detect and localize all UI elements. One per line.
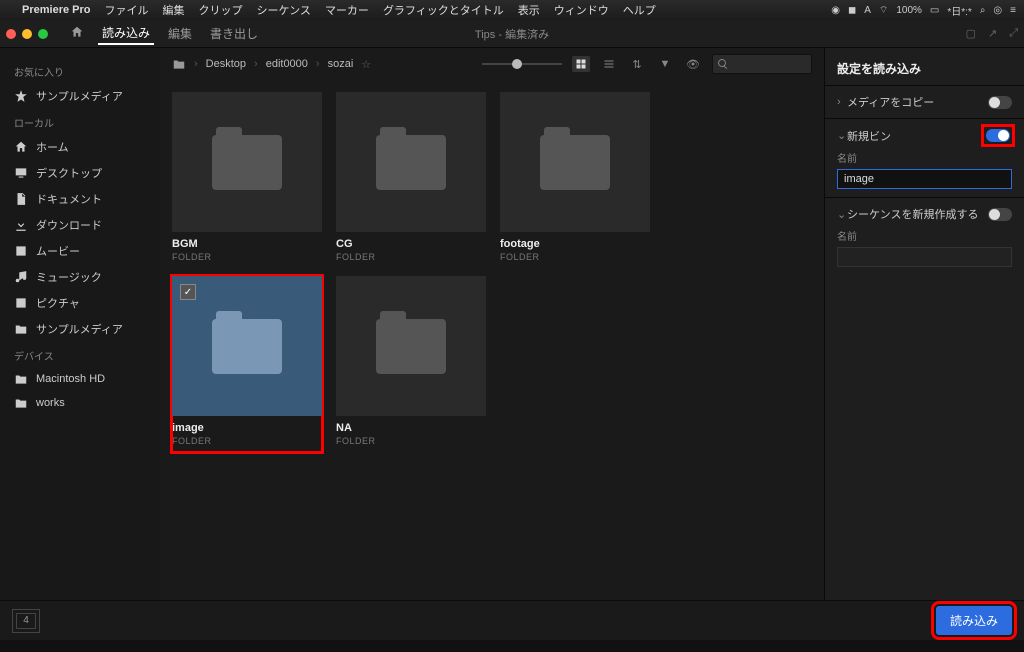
folder-grid: BGM FOLDER CG FOLDER footage FOLDER ✓ im… xyxy=(160,80,824,600)
menu-sequence[interactable]: シーケンス xyxy=(256,2,310,18)
sidebar-item-movies[interactable]: ムービー xyxy=(0,238,160,264)
chevron-right-icon[interactable]: › xyxy=(837,96,847,108)
new-bin-label: 新規ビン xyxy=(847,128,891,144)
share-icon[interactable]: ↗ xyxy=(988,27,997,40)
sidebar-item-home[interactable]: ホーム xyxy=(0,134,160,160)
wifi-icon: ⌔ xyxy=(879,4,888,17)
search-input[interactable] xyxy=(712,54,812,74)
folder-card-footage[interactable]: footage FOLDER xyxy=(500,92,650,262)
minimize-window[interactable] xyxy=(22,29,32,39)
new-sequence-toggle[interactable] xyxy=(988,208,1012,221)
folder-card-bgm[interactable]: BGM FOLDER xyxy=(172,92,322,262)
thumbnail-size-slider[interactable] xyxy=(482,63,562,65)
new-bin-toggle[interactable] xyxy=(986,129,1010,142)
macos-menubar: Premiere Pro ファイル 編集 クリップ シーケンス マーカー グラフ… xyxy=(0,0,1024,20)
visibility-button[interactable]: 👁 xyxy=(684,56,702,72)
content-area: › Desktop › edit0000 › sozai ☆ ⇅ ▼ 👁 BGM… xyxy=(160,48,824,600)
settings-title: 設定を読み込み xyxy=(825,56,1024,85)
workspace-icon[interactable]: ▢ xyxy=(966,27,976,40)
sb-header-devices: デバイス xyxy=(0,342,160,367)
selection-checkbox[interactable]: ✓ xyxy=(180,284,196,300)
record-icon: ◉ xyxy=(831,5,840,16)
project-title: Tips - 編集済み xyxy=(475,26,549,42)
app-name[interactable]: Premiere Pro xyxy=(22,4,90,16)
grid-view-button[interactable] xyxy=(572,56,590,72)
sidebar-item-sample-media[interactable]: サンプルメディア xyxy=(0,316,160,342)
sidebar-item-pictures[interactable]: ピクチャ xyxy=(0,290,160,316)
maximize-window[interactable] xyxy=(38,29,48,39)
footer-bar: 4 読み込み xyxy=(0,600,1024,640)
control-center-icon[interactable]: ≡ xyxy=(1010,5,1016,16)
crumb-edit0000[interactable]: edit0000 xyxy=(266,58,308,70)
bin-name-label: 名前 xyxy=(837,150,1012,165)
menu-file[interactable]: ファイル xyxy=(104,2,148,18)
battery-icon: ▭ xyxy=(930,5,939,16)
battery-text: 100% xyxy=(896,5,922,16)
sidebar-item-documents[interactable]: ドキュメント xyxy=(0,186,160,212)
import-button[interactable]: 読み込み xyxy=(936,606,1012,635)
folder-card-image[interactable]: ✓ image FOLDER xyxy=(172,276,322,452)
copy-media-toggle[interactable] xyxy=(988,96,1012,109)
filter-button[interactable]: ▼ xyxy=(656,56,674,72)
seq-name-label: 名前 xyxy=(837,228,1012,243)
folder-card-cg[interactable]: CG FOLDER xyxy=(336,92,486,262)
stop-icon: ◼ xyxy=(848,5,856,16)
close-window[interactable] xyxy=(6,29,16,39)
menu-edit[interactable]: 編集 xyxy=(162,2,184,18)
folder-icon xyxy=(172,57,186,71)
sidebar-item-music[interactable]: ミュージック xyxy=(0,264,160,290)
menu-help[interactable]: ヘルプ xyxy=(623,2,656,18)
sidebar-item-desktop[interactable]: デスクトップ xyxy=(0,160,160,186)
import-settings-panel: 設定を読み込み › メディアをコピー ⌄ 新規ビン 名前 ⌄ シーケンスを新規作… xyxy=(824,48,1024,600)
sb-header-favorites: お気に入り xyxy=(0,58,160,83)
home-tab[interactable] xyxy=(66,23,88,44)
bin-name-input[interactable] xyxy=(837,169,1012,189)
chevron-down-icon[interactable]: ⌄ xyxy=(837,208,847,221)
menu-clip[interactable]: クリップ xyxy=(198,2,242,18)
folder-icon xyxy=(212,319,282,374)
favorite-star-icon[interactable]: ☆ xyxy=(361,58,371,71)
breadcrumb: › Desktop › edit0000 › sozai ☆ ⇅ ▼ 👁 xyxy=(160,48,824,80)
statusbar xyxy=(0,640,1024,652)
export-tab[interactable]: 書き出し xyxy=(206,23,262,44)
crumb-sozai[interactable]: sozai xyxy=(328,58,354,70)
app-toolbar: 読み込み 編集 書き出し Tips - 編集済み ▢ ↗ ⤢ xyxy=(0,20,1024,48)
menu-view[interactable]: 表示 xyxy=(518,2,540,18)
input-icon: A xyxy=(864,5,871,16)
window-controls[interactable] xyxy=(6,29,48,39)
sidebar-item-works[interactable]: works xyxy=(0,391,160,415)
seq-name-input xyxy=(837,247,1012,267)
sidebar-item-macintosh-hd[interactable]: Macintosh HD xyxy=(0,367,160,391)
edit-tab[interactable]: 編集 xyxy=(164,23,196,44)
clock: *日*:* xyxy=(947,3,971,18)
copy-media-label: メディアをコピー xyxy=(847,94,934,110)
sidebar-item-sample-media-fav[interactable]: サンプルメディア xyxy=(0,83,160,109)
folder-icon xyxy=(376,135,446,190)
import-tab[interactable]: 読み込み xyxy=(98,22,154,45)
search-icon[interactable]: ⌕ xyxy=(980,5,986,16)
folder-icon xyxy=(212,135,282,190)
sidebar: お気に入り サンプルメディア ローカル ホーム デスクトップ ドキュメント ダウ… xyxy=(0,48,160,600)
siri-icon[interactable]: ◎ xyxy=(993,5,1002,16)
import-queue-badge[interactable]: 4 xyxy=(12,609,40,633)
fullscreen-icon[interactable]: ⤢ xyxy=(1009,27,1018,40)
menu-graphics[interactable]: グラフィックとタイトル xyxy=(383,2,504,18)
folder-icon xyxy=(540,135,610,190)
sidebar-item-downloads[interactable]: ダウンロード xyxy=(0,212,160,238)
sort-button[interactable]: ⇅ xyxy=(628,56,646,72)
menu-window[interactable]: ウィンドウ xyxy=(554,2,609,18)
chevron-down-icon[interactable]: ⌄ xyxy=(837,129,847,142)
folder-icon xyxy=(376,319,446,374)
status-tray: ◉ ◼ A ⌔ 100% ▭ *日*:* ⌕ ◎ ≡ xyxy=(831,3,1016,18)
crumb-desktop[interactable]: Desktop xyxy=(206,58,246,70)
menu-marker[interactable]: マーカー xyxy=(325,2,369,18)
sb-header-local: ローカル xyxy=(0,109,160,134)
folder-card-na[interactable]: NA FOLDER xyxy=(336,276,486,452)
new-sequence-label: シーケンスを新規作成する xyxy=(847,206,978,222)
list-view-button[interactable] xyxy=(600,56,618,72)
